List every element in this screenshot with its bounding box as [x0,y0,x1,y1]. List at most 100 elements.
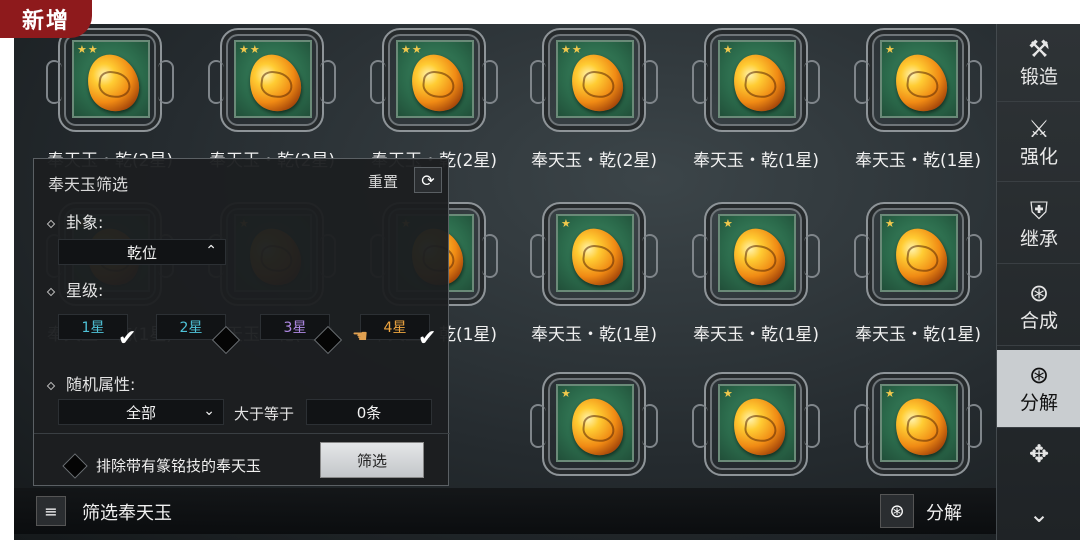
sidebar-item-label: 锻造 [1019,66,1058,88]
item-tile: ★ [880,214,958,293]
star-rating: ★ [885,43,896,56]
gem-icon [888,221,954,293]
item-label: 奉天玉・乾(1星) [854,325,982,345]
item-slot[interactable]: ★ 奉天玉・乾(1星) [838,198,988,348]
bottom-bar: ≡ 筛选奉天玉 ⊛ 分解 [14,488,996,534]
sidebar-item-label: 合成 [1019,310,1058,332]
sidebar-item-label: 继承 [1019,228,1058,250]
trigram-section-label: 卦象: [46,209,104,233]
right-sidebar: ⚒ 锻造 ⚔ 强化 ⛨ 继承 ⊛ 合成 ⊛ 分解 ✥ ⌄ [996,24,1080,540]
trigram-value: 乾位 [126,243,157,262]
item-slot[interactable]: ★ 奉天玉・乾(1星) [514,198,664,348]
sidebar-item-label: 强化 [1019,146,1058,168]
trigram-label: 卦象: [66,213,104,232]
item-slot[interactable]: ★ 奉天玉・乾(1星) [676,24,826,174]
filter-button[interactable]: 筛选 [320,442,424,478]
star-rating: ★ [885,217,896,230]
decompose-action-label[interactable]: 分解 [926,499,962,525]
item-tile: ★★ [556,40,634,119]
star-section-label: 星级: [46,277,104,301]
chevron-down-icon: ⌄ [1028,500,1050,528]
diamond-bullet-icon [46,219,56,228]
item-tile: ★ [718,384,796,463]
item-label: 奉天玉・乾(1星) [692,151,820,171]
attr-label: 随机属性: [66,375,136,394]
item-slot[interactable]: ★ 奉天玉・乾(1星) [838,24,988,174]
combine-icon: ⊛ [1028,279,1050,307]
star-option-label: 2星 [179,320,203,336]
attr-section-label: 随机属性: [46,371,136,395]
item-tile: ★★ [396,40,474,119]
decompose-icon: ⊛ [1028,361,1050,389]
star-option-label: 4星 [383,320,407,336]
item-tile: ★ [880,384,958,463]
checkmark-icon: ✔ [418,326,437,351]
chevron-up-icon: ⌃ [205,243,217,259]
new-badge: 新增 [0,0,92,38]
gem-icon [564,221,630,293]
chevron-down-icon: ⌄ [203,403,215,419]
gem-icon [726,391,792,463]
reset-button[interactable]: 重置 [368,171,398,192]
sidebar-item-decompose[interactable]: ⊛ 分解 [997,350,1080,428]
item-label: 奉天玉・乾(1星) [530,325,658,345]
star-option-label: 3星 [283,320,307,336]
gem-icon [404,47,470,119]
star-rating: ★★ [77,43,99,56]
item-tile: ★★ [72,40,150,119]
filter-panel-title: 奉天玉筛选 [48,175,129,194]
item-label: 奉天玉・乾(2星) [530,151,658,171]
attr-dropdown[interactable]: 全部 ⌄ [58,399,224,425]
item-slot[interactable]: ★★ 奉天玉・乾(2星) [514,24,664,174]
sidebar-item-forge[interactable]: ⚒ 锻造 [997,24,1080,102]
star-rating: ★ [723,43,734,56]
star-label: 星级: [66,281,104,300]
checkmark-icon: ✔ [118,326,137,351]
item-slot[interactable]: ★ 奉天玉・乾(1星) [676,198,826,348]
sidebar-scroll-down[interactable]: ⌄ [997,494,1080,534]
gem-icon [564,391,630,463]
decompose-icon[interactable]: ⊛ [880,494,914,528]
star-rating: ★ [723,217,734,230]
star-rating: ★ [723,387,734,400]
star-rating: ★★ [401,43,423,56]
attr-value: 全部 [125,403,156,422]
layers-icon[interactable]: ≡ [36,496,66,526]
gem-icon [564,47,630,119]
count-field[interactable]: 0条 [306,399,432,425]
item-slot[interactable]: ★★奉天玉・乾(2星) [192,24,342,174]
refresh-icon[interactable]: ⟳ [414,167,442,193]
hammer-icon: ⚔ [1028,115,1050,143]
item-slot[interactable]: ★★奉天玉・乾(2星) [30,24,180,174]
filter-gems-label[interactable]: 筛选奉天玉 [82,499,172,525]
sidebar-item-label: 分解 [1019,392,1058,414]
item-tile: ★★ [234,40,312,119]
star-rating: ★ [561,217,572,230]
item-tile: ★ [718,214,796,293]
item-label: 奉天玉・乾(1星) [692,325,820,345]
gte-label: 大于等于 [234,405,295,423]
star-option-label: 1星 [81,320,105,336]
gem-icon [80,47,146,119]
count-value: 0条 [356,403,382,422]
star-rating: ★ [561,387,572,400]
filter-button-label: 筛选 [356,451,387,470]
item-slot[interactable]: ★★奉天玉・乾(2星) [354,24,504,174]
sidebar-item-partial[interactable]: ✥ [997,432,1080,476]
move-icon: ✥ [1028,440,1050,468]
sidebar-item-inherit[interactable]: ⛨ 继承 [997,186,1080,264]
sidebar-item-enhance[interactable]: ⚔ 强化 [997,104,1080,182]
trigram-dropdown[interactable]: 乾位 ⌃ [58,239,226,265]
item-label: 奉天玉・乾(1星) [854,151,982,171]
inherit-icon: ⛨ [1030,197,1048,225]
exclude-checkbox[interactable] [62,453,88,479]
item-tile: ★ [556,214,634,293]
anvil-icon: ⚒ [1028,35,1050,63]
diamond-bullet-icon [46,381,56,390]
gem-icon [726,47,792,119]
gem-icon [242,47,308,119]
item-tile: ★ [556,384,634,463]
item-tile: ★ [880,40,958,119]
sidebar-item-combine[interactable]: ⊛ 合成 [997,268,1080,346]
exclude-label: 排除带有篆铭技的奉天玉 [96,457,262,475]
